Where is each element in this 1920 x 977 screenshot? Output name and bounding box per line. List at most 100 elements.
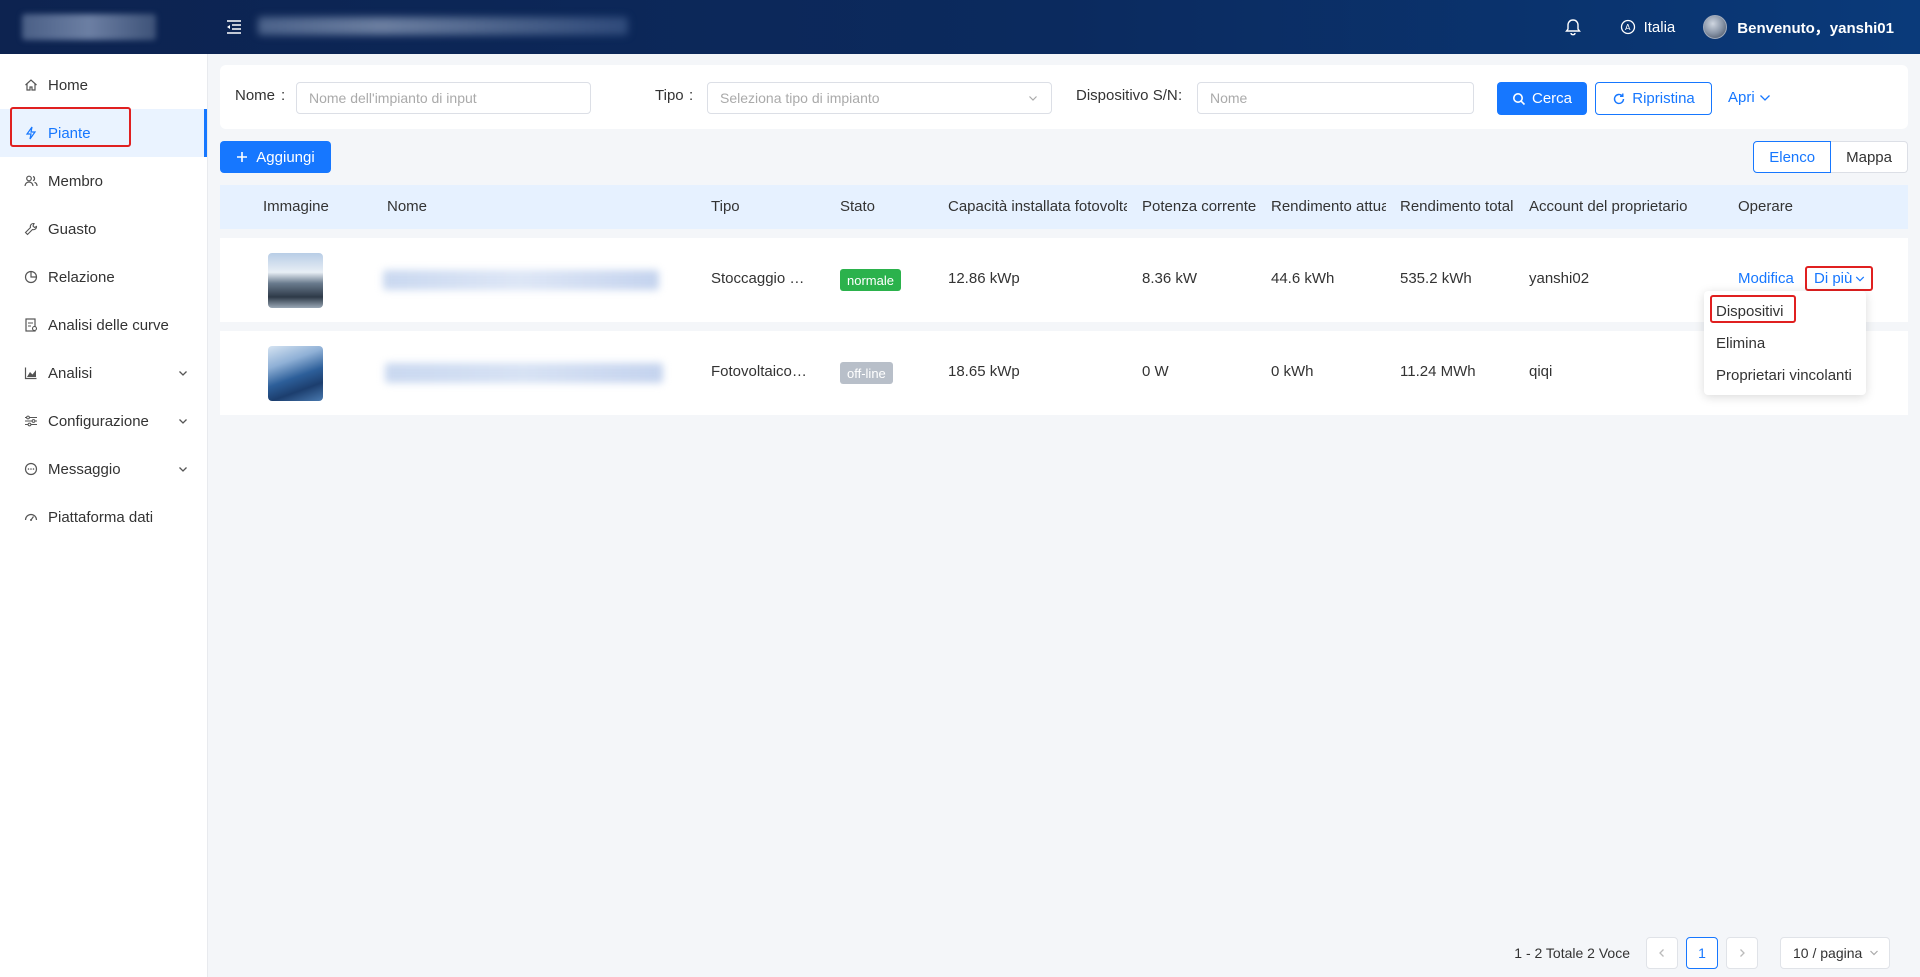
device-sn-input[interactable]: Nome	[1197, 82, 1474, 114]
plant-image	[268, 253, 323, 308]
name-input-placeholder: Nome dell'impianto di input	[309, 90, 477, 106]
expand-label: Apri	[1728, 89, 1755, 106]
refresh-icon	[1614, 93, 1625, 104]
page-button[interactable]: 1	[1686, 937, 1718, 969]
device-sn-placeholder: Nome	[1210, 90, 1248, 106]
column-header: Stato	[840, 198, 876, 215]
sidebar-item-analisi[interactable]: Analisi	[0, 349, 207, 397]
sidebar-item-label: Analisi	[48, 364, 93, 382]
owner-account: qiqi	[1529, 363, 1553, 380]
column-header: Account del proprietario	[1529, 198, 1688, 215]
sidebar-item-relazione[interactable]: Relazione	[0, 253, 207, 301]
area-chart-icon	[24, 367, 37, 380]
user-menu[interactable]: Benvenuto，yanshi01	[1703, 15, 1894, 39]
table-row: Fotovoltaico… off-line 18.65 kWp 0 W 0 k…	[220, 331, 1908, 415]
report-icon	[25, 318, 38, 332]
sidebar-item-messaggio[interactable]: Messaggio	[0, 445, 207, 493]
chevron-down-icon	[179, 419, 187, 424]
current-yield: 0 kWh	[1271, 363, 1314, 380]
menu-fold-icon[interactable]	[224, 17, 244, 37]
pv-capacity: 18.65 kWp	[948, 363, 1020, 380]
sidebar-item-label: Home	[48, 76, 89, 94]
sidebar-item-analisi-curve[interactable]: Analisi delle curve	[0, 301, 207, 349]
name-input[interactable]: Nome dell'impianto di input	[296, 82, 591, 114]
sidebar-item-piante[interactable]: Piante	[0, 109, 207, 157]
plant-image	[268, 346, 323, 401]
translate-icon: A	[1620, 19, 1635, 35]
message-icon	[24, 462, 38, 476]
chevron-down-icon	[1029, 96, 1037, 101]
pagination: 1 - 2 Totale 2 Voce 1 10 / pagina	[1514, 937, 1890, 969]
sidebar-item-label: Analisi delle curve	[48, 316, 169, 334]
column-header: Capacità installata fotovoltaica	[948, 198, 1127, 215]
view-list-button[interactable]: Elenco	[1753, 141, 1832, 173]
current-power: 0 W	[1142, 363, 1169, 380]
sidebar-item-configurazione[interactable]: Configurazione	[0, 397, 207, 445]
chevron-left-icon	[1659, 949, 1664, 957]
expand-filters-link[interactable]: Apri	[1728, 89, 1771, 106]
chevron-down-icon	[1759, 94, 1770, 101]
sidebar-item-label: Membro	[48, 172, 104, 190]
breadcrumb	[258, 17, 628, 35]
sidebar-item-home[interactable]: Home	[0, 61, 207, 109]
sidebar-item-label: Configurazione	[48, 412, 149, 430]
sliders-icon	[25, 415, 37, 427]
lightning-icon	[25, 126, 37, 140]
chevron-down-icon	[1856, 276, 1865, 281]
menu-item-devices[interactable]: Dispositivi	[1704, 295, 1866, 327]
owner-account: yanshi02	[1529, 270, 1590, 287]
home-icon	[25, 79, 37, 91]
status-badge: off-line	[840, 362, 893, 384]
column-header: Potenza corrente	[1142, 198, 1257, 215]
bell-icon[interactable]	[1564, 18, 1582, 36]
view-map-button[interactable]: Mappa	[1831, 141, 1908, 173]
pie-chart-icon	[24, 270, 38, 284]
sidebar-item-piattaforma-dati[interactable]: Piattaforma dati	[0, 493, 207, 541]
sidebar-item-label: Relazione	[48, 268, 115, 286]
column-header: Rendimento totale	[1400, 198, 1514, 215]
menu-item-bind-owners[interactable]: Proprietari vincolanti	[1704, 359, 1866, 391]
column-header: Operare	[1738, 198, 1794, 215]
add-button-label: Aggiungi	[256, 148, 315, 166]
more-dropdown[interactable]: Di più	[1814, 270, 1865, 287]
chevron-down-icon	[179, 467, 187, 472]
language-label: Italia	[1643, 18, 1676, 36]
plant-type: Fotovoltaico…	[711, 363, 807, 380]
next-page-button[interactable]	[1726, 937, 1758, 969]
pv-capacity: 12.86 kWp	[948, 270, 1020, 287]
more-label: Di più	[1814, 270, 1853, 287]
page-size-select[interactable]: 10 / pagina	[1780, 937, 1890, 969]
sidebar-item-label: Guasto	[48, 220, 97, 238]
language-selector[interactable]: A Italia	[1620, 18, 1676, 36]
device-sn-label: Dispositivo S/N	[1076, 87, 1178, 104]
search-bar: Nome : Nome dell'impianto di input Tipo …	[220, 65, 1908, 129]
plus-icon	[237, 152, 248, 162]
sidebar-item-membro[interactable]: Membro	[0, 157, 207, 205]
chevron-right-icon	[1740, 949, 1745, 957]
current-yield: 44.6 kWh	[1271, 270, 1335, 287]
plant-name[interactable]	[385, 363, 663, 383]
sidebar-item-label: Piattaforma dati	[48, 508, 154, 526]
label-colon: :	[689, 87, 694, 104]
total-yield: 11.24 MWh	[1400, 363, 1476, 380]
menu-item-delete[interactable]: Elimina	[1704, 327, 1866, 359]
column-header: Nome	[387, 198, 428, 215]
chevron-down-icon	[1870, 950, 1878, 956]
search-button[interactable]: Cerca	[1497, 82, 1587, 115]
prev-page-button[interactable]	[1646, 937, 1678, 969]
welcome-text: Benvenuto，yanshi01	[1737, 19, 1894, 37]
type-select[interactable]: Seleziona tipo di impianto	[707, 82, 1052, 114]
sidebar-item-guasto[interactable]: Guasto	[0, 205, 207, 253]
plant-type: Stoccaggio e…	[711, 270, 811, 287]
sidebar-item-label: Piante	[48, 124, 91, 142]
plant-name[interactable]	[383, 270, 659, 290]
status-badge: normale	[840, 269, 901, 291]
page-size-label: 10 / pagina	[1793, 945, 1863, 961]
add-plant-button[interactable]: Aggiungi	[220, 141, 331, 173]
reset-button[interactable]: Ripristina	[1595, 82, 1712, 115]
dashboard-icon	[24, 513, 38, 521]
current-power: 8.36 kW	[1142, 270, 1198, 287]
table-header: Immagine Nome Tipo Stato Capacità instal…	[220, 185, 1908, 229]
edit-link[interactable]: Modifica	[1738, 270, 1794, 287]
total-yield: 535.2 kWh	[1400, 270, 1472, 287]
